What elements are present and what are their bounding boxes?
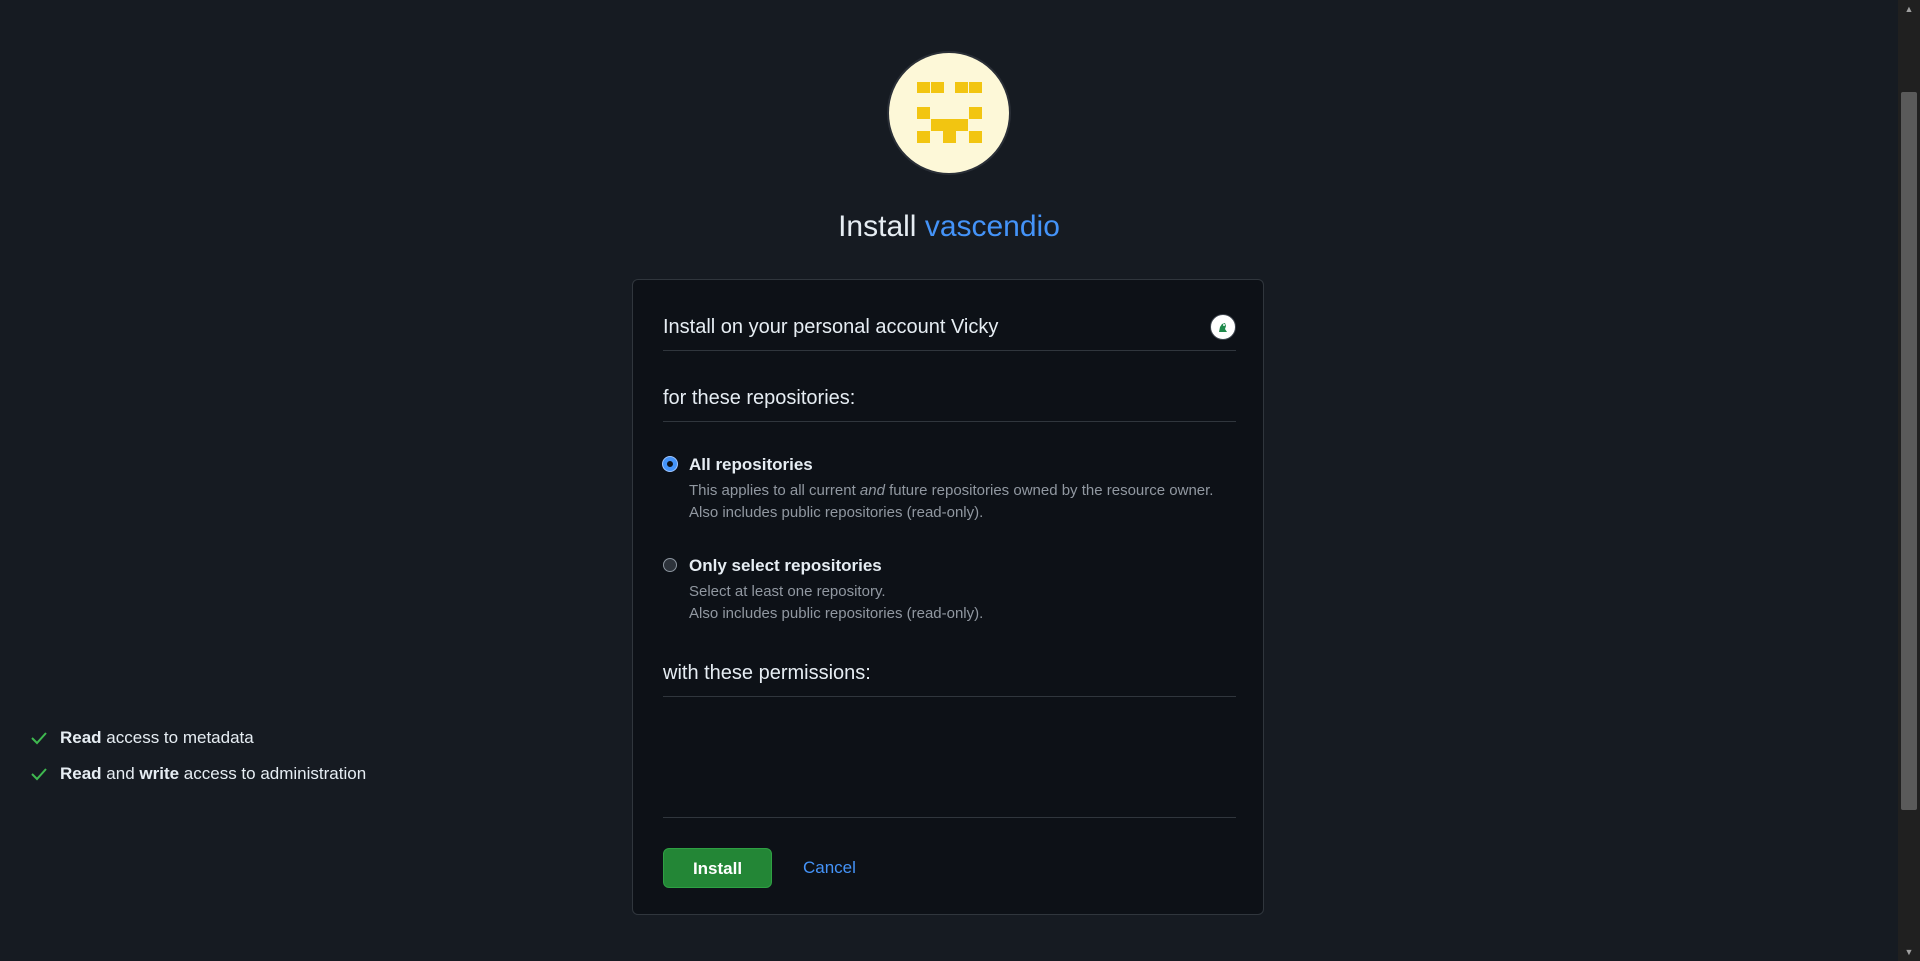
install-card: Install on your personal account Vicky f… — [632, 279, 1264, 915]
user-avatar — [1210, 314, 1236, 340]
app-logo-icon — [889, 53, 1009, 173]
permission-text: Read access to metadata — [60, 727, 254, 749]
desc-text: future repositories owned by the resourc… — [884, 482, 1214, 499]
repositories-heading: for these repositories: — [663, 385, 1236, 422]
permissions-heading: with these permissions: — [663, 660, 1236, 697]
account-label: Install on your personal account Vicky — [663, 316, 999, 338]
desc-text: This applies to all current — [689, 482, 860, 499]
app-name-link[interactable]: vascendio — [925, 210, 1060, 243]
account-row: Install on your personal account Vicky — [663, 314, 1236, 351]
vertical-scrollbar[interactable]: ▲ ▼ — [1898, 0, 1920, 961]
radio-label-all-repositories[interactable]: All repositories — [689, 455, 813, 475]
desc-line: This applies to all current and future r… — [689, 480, 1213, 502]
title-prefix: Install — [838, 210, 917, 243]
scrollbar-thumb[interactable] — [1901, 92, 1917, 810]
scroll-up-arrow-icon[interactable]: ▲ — [1898, 0, 1920, 18]
desc-line: Also includes public repositories (read-… — [689, 605, 984, 622]
desc-line: Select at least one repository. — [689, 583, 886, 600]
radio-label-only-select-repositories[interactable]: Only select repositories — [689, 556, 882, 576]
check-icon — [31, 732, 47, 745]
radio-desc-all-repositories: This applies to all current and future r… — [689, 480, 1213, 524]
permission-connector: and — [101, 764, 140, 783]
permission-scope: access to metadata — [101, 728, 254, 747]
radio-all-repositories[interactable] — [663, 457, 677, 471]
install-button[interactable]: Install — [663, 848, 772, 888]
radio-only-select-repositories[interactable] — [663, 558, 677, 572]
cancel-link[interactable]: Cancel — [803, 857, 856, 879]
check-icon — [31, 768, 47, 781]
scroll-down-arrow-icon[interactable]: ▼ — [1898, 943, 1920, 961]
install-app-page: Install vascendio Install on your person… — [0, 0, 1920, 961]
permission-level: Read — [60, 764, 102, 783]
actions-divider — [663, 817, 1236, 818]
permission-level: Read — [60, 728, 102, 747]
permission-level: write — [139, 764, 180, 783]
radio-desc-only-select-repositories: Select at least one repository. Also inc… — [689, 581, 983, 625]
page-title: Install vascendio — [0, 205, 1898, 249]
permission-text: Read and write access to administration — [60, 763, 366, 785]
permission-scope: access to administration — [179, 764, 367, 783]
desc-emphasis: and — [859, 482, 885, 499]
desc-line: Also includes public repositories (read-… — [689, 504, 984, 521]
